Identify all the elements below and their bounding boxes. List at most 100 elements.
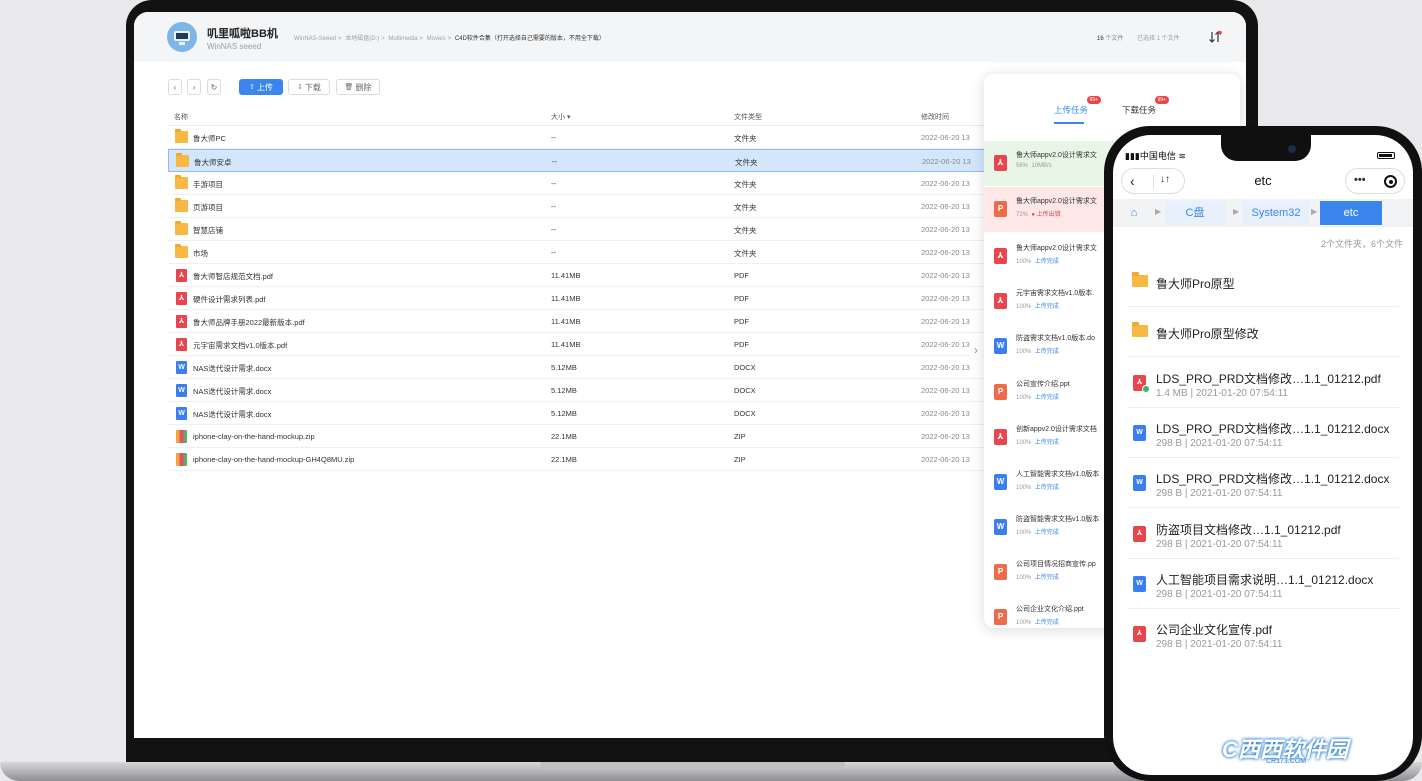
cell-modified: 2022-06-20 13 bbox=[921, 225, 970, 234]
task-status-text: 上传完成 bbox=[1034, 620, 1059, 626]
phone-breadcrumb: ⌂ ▶ C盘 ▶ System32 ▶ etc bbox=[1113, 199, 1413, 227]
cell-modified: 2022-06-20 13 bbox=[921, 248, 970, 257]
doc-file-icon: W bbox=[1133, 425, 1146, 441]
task-status-text: 上传完成 bbox=[1034, 530, 1059, 536]
cell-size: 11.41MB bbox=[551, 294, 581, 303]
cell-size: -- bbox=[551, 248, 556, 257]
download-button[interactable]: ⇩ 下载 bbox=[288, 79, 330, 95]
breadcrumb-arrow-icon: ▶ bbox=[1233, 207, 1240, 216]
table-row[interactable]: ⅄ 鲁大师智店规范文档.pdf 11.41MB PDF 2022-06-20 13 bbox=[168, 264, 988, 287]
signal-icon: ▮▮▮ bbox=[1125, 151, 1140, 161]
list-item[interactable]: W 人工智能项目需求说明…1.1_01212.docx 298 B | 2021-0… bbox=[1113, 559, 1413, 609]
folder-icon bbox=[175, 198, 188, 212]
tab-download-tasks[interactable]: 下载任务 99+ bbox=[1122, 96, 1170, 116]
breadcrumb-system32[interactable]: System32 bbox=[1243, 201, 1309, 225]
cell-type: 文件夹 bbox=[734, 134, 757, 143]
panel-collapse-chevron-icon[interactable]: › bbox=[968, 342, 984, 358]
column-header-size[interactable]: 大小 ▾ bbox=[551, 112, 570, 122]
table-row[interactable]: 市场 -- 文件夹 2022-06-20 13 bbox=[168, 241, 988, 264]
cell-size: -- bbox=[552, 157, 557, 166]
cell-type: PDF bbox=[734, 294, 749, 303]
cell-size: 22.1MB bbox=[551, 455, 577, 464]
task-percent: 100% bbox=[1016, 485, 1032, 491]
column-header-name[interactable]: 名称 bbox=[174, 112, 188, 122]
phone-capsule-menu: ••• bbox=[1345, 168, 1405, 194]
item-name: 鲁大师Pro原型 bbox=[1156, 277, 1235, 291]
list-item[interactable]: ⅄ 防盗项目文档修改…1.1_01212.pdf 298 B | 2021-01-2… bbox=[1113, 509, 1413, 559]
table-row[interactable]: iphone-clay-on-the-hand-mockup-GH4Q8MU.z… bbox=[168, 448, 988, 471]
laptop-hinge bbox=[540, 762, 845, 770]
more-icon[interactable]: ••• bbox=[1354, 174, 1366, 186]
task-status: 56% 10MB/s bbox=[1016, 163, 1052, 169]
breadcrumb-c-drive[interactable]: C盘 bbox=[1165, 201, 1225, 225]
table-row[interactable]: ⅄ 硬件设计需求列表.pdf 11.41MB PDF 2022-06-20 13 bbox=[168, 287, 988, 310]
list-item[interactable]: 鲁大师Pro原型修改 bbox=[1113, 307, 1413, 357]
cell-modified: 2022-06-20 13 bbox=[921, 133, 970, 142]
task-percent: 100% bbox=[1016, 620, 1032, 626]
doc-file-icon: W bbox=[176, 407, 187, 420]
task-status-text: 上传出错 bbox=[1036, 212, 1061, 218]
item-name: 人工智能项目需求说明…1.1_01212.docx bbox=[1156, 573, 1374, 587]
task-file-name: 防盗需求文档v1.0版本.do bbox=[1016, 335, 1095, 342]
table-row[interactable]: 智慧店铺 -- 文件夹 2022-06-20 13 bbox=[168, 218, 988, 241]
column-header-modified[interactable]: 修改时间 bbox=[921, 112, 949, 122]
task-status: 100% 上传完成 bbox=[1016, 527, 1059, 536]
cell-size: -- bbox=[551, 179, 556, 188]
breadcrumb-separator: > bbox=[447, 36, 452, 42]
breadcrumb-item[interactable]: WinNAS-Seeed bbox=[294, 36, 336, 42]
task-percent: 100% bbox=[1016, 259, 1032, 265]
breadcrumb-arrow-icon: ▶ bbox=[1155, 207, 1162, 216]
back-button[interactable]: ‹ bbox=[168, 79, 182, 95]
list-item[interactable]: W LDS_PRO_PRD文档修改…1.1_01212.docx 298 B | 2… bbox=[1113, 408, 1413, 458]
cell-type: PDF bbox=[734, 340, 749, 349]
cell-size: 11.41MB bbox=[551, 271, 581, 280]
refresh-button[interactable]: ↻ bbox=[207, 79, 221, 95]
pdf-file-icon: ⅄ bbox=[176, 292, 187, 305]
cell-modified: 2022-06-20 13 bbox=[921, 455, 970, 464]
table-row[interactable]: W NAS迭代设计需求.docx 5.12MB DOCX 2022-06-20 13 bbox=[168, 356, 988, 379]
breadcrumb-etc[interactable]: etc bbox=[1320, 201, 1382, 225]
table-row[interactable]: iphone-clay-on-the-hand-mockup.zip 22.1MB… bbox=[168, 425, 988, 448]
tab-upload-tasks[interactable]: 上传任务 99+ bbox=[1054, 96, 1102, 116]
task-percent: 100% bbox=[1016, 575, 1032, 581]
folder-icon bbox=[1132, 272, 1148, 287]
home-icon[interactable]: ⌂ bbox=[1119, 201, 1149, 225]
cell-type: ZIP bbox=[734, 455, 746, 464]
table-row[interactable]: 页游项目 -- 文件夹 2022-06-20 13 bbox=[168, 195, 988, 218]
delete-button[interactable]: 🗑 删除 bbox=[336, 79, 380, 95]
table-row[interactable]: ⅄ 鲁大师品牌手册2022最新版本.pdf 11.41MB PDF 2022-06-20… bbox=[168, 310, 988, 333]
breadcrumb-item[interactable]: 本地磁盘(D:) bbox=[345, 36, 379, 42]
close-target-icon[interactable] bbox=[1384, 175, 1397, 188]
table-row[interactable]: W NAS迭代设计需求.docx 5.12MB DOCX 2022-06-20 13 bbox=[168, 379, 988, 402]
forward-button[interactable]: › bbox=[187, 79, 201, 95]
table-row[interactable]: ⅄ 元宇宙需求文档v1.0版本.pdf 11.41MB PDF 2022-06-20 1… bbox=[168, 333, 988, 356]
task-percent: 100% bbox=[1016, 440, 1032, 446]
task-file-name: 元宇宙需求文档v1.0版本. bbox=[1016, 290, 1095, 297]
breadcrumb-item[interactable]: Multimedia bbox=[388, 36, 417, 42]
list-item[interactable]: W LDS_PRO_PRD文档修改…1.1_01212.docx 298 B | 2… bbox=[1113, 458, 1413, 508]
task-status: 100% 上传完成 bbox=[1016, 256, 1059, 265]
device-avatar[interactable] bbox=[167, 22, 197, 52]
table-row[interactable]: 鲁大师PC -- 文件夹 2022-06-20 13 bbox=[168, 126, 988, 149]
column-header-type[interactable]: 文件类型 bbox=[734, 112, 762, 122]
file-count-number: 16 bbox=[1097, 36, 1104, 42]
breadcrumb-item[interactable]: Movies bbox=[427, 36, 446, 42]
sort-icon[interactable] bbox=[1208, 30, 1222, 44]
zip-file-icon bbox=[176, 430, 187, 443]
table-row[interactable]: W NAS迭代设计需求.docx 5.12MB DOCX 2022-06-20 13 bbox=[168, 402, 988, 425]
upload-button[interactable]: ⇧ 上传 bbox=[239, 79, 283, 95]
task-file-name: 人工智能需求文档v1.0版本 bbox=[1016, 471, 1100, 478]
cell-name: 鲁大师品牌手册2022最新版本.pdf bbox=[193, 318, 305, 327]
device-name[interactable]: 叽里呱啦BB机 bbox=[207, 25, 278, 41]
list-item[interactable]: ⅄ 公司企业文化宣传.pdf 298 B | 2021-01-20 07:54:11 bbox=[1113, 609, 1413, 659]
table-row[interactable]: 手游项目 -- 文件夹 2022-06-20 13 bbox=[168, 172, 988, 195]
cell-modified: 2022-06-20 13 bbox=[921, 340, 970, 349]
doc-file-icon: W bbox=[994, 474, 1007, 490]
file-count-unit: 个文件 bbox=[1105, 36, 1124, 42]
monitor-icon bbox=[174, 31, 190, 41]
active-tab-indicator bbox=[1054, 122, 1084, 124]
table-row[interactable]: 鲁大师安卓 -- 文件夹 2022-06-20 13 bbox=[168, 149, 988, 172]
cell-name: 鲁大师PC bbox=[193, 134, 226, 143]
list-item[interactable]: ⅄ LDS_PRO_PRD文档修改…1.1_01212.pdf 1.4 MB | 2… bbox=[1113, 358, 1413, 408]
list-item[interactable]: 鲁大师Pro原型 bbox=[1113, 257, 1413, 307]
